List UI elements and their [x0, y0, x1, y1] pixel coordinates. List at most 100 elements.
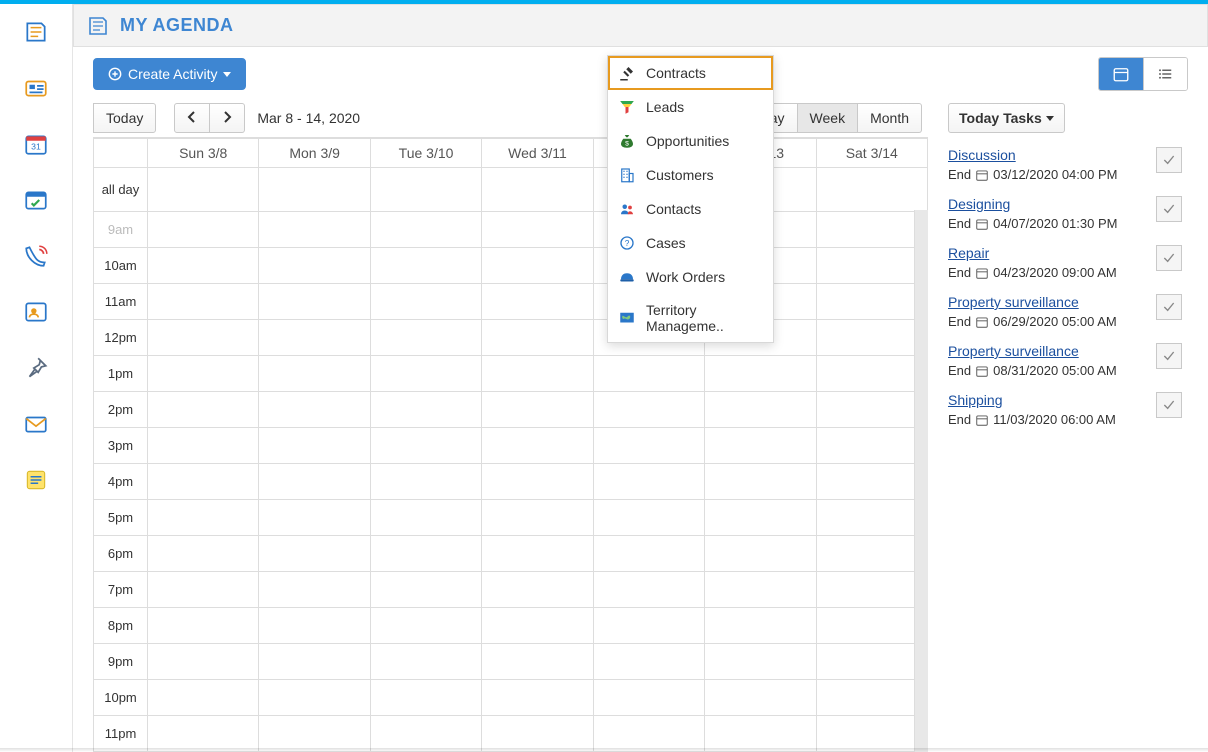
task-complete-checkbox[interactable]: [1156, 294, 1182, 320]
calendar-cell[interactable]: [816, 428, 927, 464]
calendar-cell[interactable]: [370, 644, 481, 680]
task-complete-checkbox[interactable]: [1156, 147, 1182, 173]
calendar-cell[interactable]: [816, 680, 927, 716]
calendar-cell[interactable]: [259, 212, 370, 248]
calendar-cell[interactable]: [148, 644, 259, 680]
calendar-cell[interactable]: [816, 168, 927, 212]
calendar-cell[interactable]: [705, 356, 816, 392]
calendar-cell[interactable]: [148, 464, 259, 500]
sidebar-item-notes[interactable]: [0, 452, 72, 508]
view-toggle-calendar[interactable]: [1099, 58, 1143, 90]
calendar-cell[interactable]: [259, 248, 370, 284]
calendar-cell[interactable]: [816, 536, 927, 572]
calendar-cell[interactable]: [148, 500, 259, 536]
scrollbar-track[interactable]: [914, 210, 928, 752]
calendar-cell[interactable]: [705, 464, 816, 500]
create-activity-button[interactable]: Create Activity: [93, 58, 246, 90]
calendar-cell[interactable]: [705, 644, 816, 680]
calendar-cell[interactable]: [370, 168, 481, 212]
calendar-cell[interactable]: [259, 644, 370, 680]
calendar-cell[interactable]: [259, 536, 370, 572]
calendar-cell[interactable]: [259, 608, 370, 644]
calendar-cell[interactable]: [370, 572, 481, 608]
task-complete-checkbox[interactable]: [1156, 392, 1182, 418]
calendar-cell[interactable]: [482, 392, 593, 428]
calendar-cell[interactable]: [148, 536, 259, 572]
calendar-cell[interactable]: [482, 716, 593, 752]
calendar-cell[interactable]: [482, 428, 593, 464]
calendar-cell[interactable]: [148, 428, 259, 464]
calendar-cell[interactable]: [593, 680, 704, 716]
sidebar-item-idcard[interactable]: [0, 60, 72, 116]
task-link[interactable]: Designing: [948, 196, 1117, 212]
calendar-cell[interactable]: [148, 212, 259, 248]
calendar-cell[interactable]: [259, 716, 370, 752]
calendar-cell[interactable]: [482, 608, 593, 644]
calendar-cell[interactable]: [482, 168, 593, 212]
calendar-cell[interactable]: [593, 536, 704, 572]
calendar-cell[interactable]: [482, 500, 593, 536]
sidebar-item-contacts[interactable]: [0, 284, 72, 340]
task-complete-checkbox[interactable]: [1156, 343, 1182, 369]
calendar-cell[interactable]: [370, 356, 481, 392]
calendar-cell[interactable]: [259, 284, 370, 320]
calendar-cell[interactable]: [370, 248, 481, 284]
calendar-cell[interactable]: [705, 536, 816, 572]
calendar-cell[interactable]: [148, 356, 259, 392]
sidebar-item-agenda[interactable]: [0, 4, 72, 60]
calendar-cell[interactable]: [259, 680, 370, 716]
calendar-cell[interactable]: [259, 500, 370, 536]
calendar-cell[interactable]: [482, 212, 593, 248]
calendar-cell[interactable]: [816, 644, 927, 680]
calendar-cell[interactable]: [370, 284, 481, 320]
calendar-cell[interactable]: [816, 284, 927, 320]
calendar-cell[interactable]: [370, 320, 481, 356]
sidebar-item-tasks[interactable]: [0, 172, 72, 228]
today-tasks-button[interactable]: Today Tasks: [948, 103, 1065, 133]
calendar-cell[interactable]: [259, 392, 370, 428]
view-toggle-list[interactable]: [1143, 58, 1187, 90]
task-link[interactable]: Property surveillance: [948, 294, 1117, 310]
calendar-cell[interactable]: [593, 716, 704, 752]
calendar-cell[interactable]: [148, 608, 259, 644]
task-link[interactable]: Property surveillance: [948, 343, 1117, 359]
calendar-cell[interactable]: [705, 608, 816, 644]
calendar-cell[interactable]: [593, 428, 704, 464]
calendar-cell[interactable]: [482, 572, 593, 608]
calendar-cell[interactable]: [370, 212, 481, 248]
calendar-cell[interactable]: [482, 464, 593, 500]
calendar-cell[interactable]: [370, 608, 481, 644]
task-complete-checkbox[interactable]: [1156, 196, 1182, 222]
calendar-cell[interactable]: [816, 320, 927, 356]
calendar-cell[interactable]: [482, 644, 593, 680]
calendar-cell[interactable]: [705, 500, 816, 536]
calendar-cell[interactable]: [816, 464, 927, 500]
today-button[interactable]: Today: [93, 103, 156, 133]
task-link[interactable]: Discussion: [948, 147, 1117, 163]
calendar-cell[interactable]: [370, 680, 481, 716]
calendar-cell[interactable]: [816, 500, 927, 536]
sidebar-item-pin[interactable]: [0, 340, 72, 396]
calendar-cell[interactable]: [816, 212, 927, 248]
calendar-cell[interactable]: [816, 716, 927, 752]
next-button[interactable]: [210, 103, 245, 133]
prev-button[interactable]: [174, 103, 210, 133]
calendar-cell[interactable]: [816, 356, 927, 392]
calendar-cell[interactable]: [148, 680, 259, 716]
calendar-cell[interactable]: [816, 248, 927, 284]
calendar-cell[interactable]: [370, 500, 481, 536]
calendar-cell[interactable]: [148, 716, 259, 752]
calendar-cell[interactable]: [705, 716, 816, 752]
calendar-cell[interactable]: [593, 464, 704, 500]
calendar-cell[interactable]: [705, 392, 816, 428]
calendar-cell[interactable]: [148, 392, 259, 428]
dropdown-item-contracts[interactable]: Contracts: [608, 56, 773, 90]
calendar-cell[interactable]: [593, 500, 704, 536]
sidebar-item-mail[interactable]: [0, 396, 72, 452]
task-complete-checkbox[interactable]: [1156, 245, 1182, 271]
calendar-cell[interactable]: [370, 716, 481, 752]
calendar-cell[interactable]: [148, 168, 259, 212]
calendar-cell[interactable]: [259, 572, 370, 608]
dropdown-item-customers[interactable]: Customers: [608, 158, 773, 192]
calendar-cell[interactable]: [482, 356, 593, 392]
